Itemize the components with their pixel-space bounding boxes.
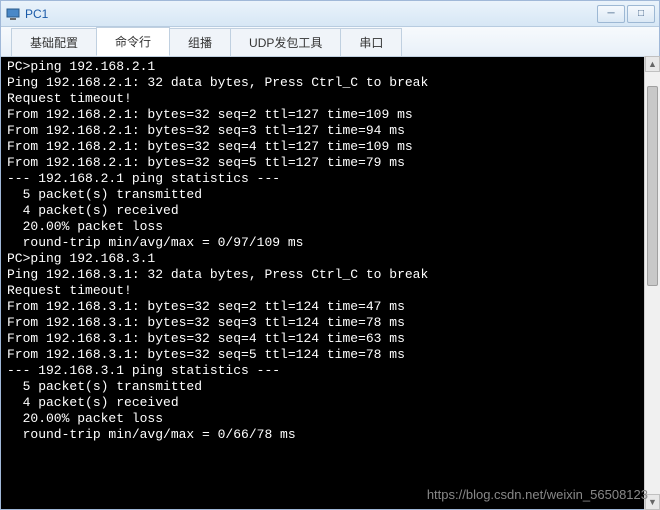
terminal-line: From 192.168.2.1: bytes=32 seq=5 ttl=127… (7, 155, 653, 171)
terminal-line: --- 192.168.2.1 ping statistics --- (7, 171, 653, 187)
terminal-line: From 192.168.3.1: bytes=32 seq=3 ttl=124… (7, 315, 653, 331)
terminal-line: From 192.168.3.1: bytes=32 seq=5 ttl=124… (7, 347, 653, 363)
terminal-line: Request timeout! (7, 283, 653, 299)
maximize-button[interactable]: □ (627, 5, 655, 23)
terminal-line: From 192.168.2.1: bytes=32 seq=4 ttl=127… (7, 139, 653, 155)
terminal-line: From 192.168.2.1: bytes=32 seq=3 ttl=127… (7, 123, 653, 139)
watermark-text: https://blog.csdn.net/weixin_56508123 (427, 487, 648, 502)
terminal-line: round-trip min/avg/max = 0/66/78 ms (7, 427, 653, 443)
scroll-up-button[interactable]: ▲ (645, 56, 660, 72)
minimize-button[interactable]: ─ (597, 5, 625, 23)
scroll-thumb[interactable] (647, 86, 658, 286)
terminal-line: 5 packet(s) transmitted (7, 187, 653, 203)
terminal-line: From 192.168.3.1: bytes=32 seq=4 ttl=124… (7, 331, 653, 347)
tab-basic[interactable]: 基础配置 (11, 28, 97, 56)
terminal-line: 20.00% packet loss (7, 219, 653, 235)
tabs-bar: 基础配置 命令行 组播 UDP发包工具 串口 (1, 27, 659, 57)
terminal-line: PC>ping 192.168.3.1 (7, 251, 653, 267)
terminal-line: From 192.168.2.1: bytes=32 seq=2 ttl=127… (7, 107, 653, 123)
terminal-line: Ping 192.168.2.1: 32 data bytes, Press C… (7, 75, 653, 91)
tab-cmdline[interactable]: 命令行 (96, 27, 170, 56)
window-controls: ─ □ (597, 5, 655, 23)
terminal-line: PC>ping 192.168.2.1 (7, 59, 653, 75)
tab-multicast[interactable]: 组播 (169, 28, 231, 56)
terminal-line: round-trip min/avg/max = 0/97/109 ms (7, 235, 653, 251)
terminal-line: 4 packet(s) received (7, 395, 653, 411)
terminal-line: --- 192.168.3.1 ping statistics --- (7, 363, 653, 379)
tab-serial[interactable]: 串口 (340, 28, 402, 56)
app-icon (5, 6, 21, 22)
terminal-line: From 192.168.3.1: bytes=32 seq=2 ttl=124… (7, 299, 653, 315)
terminal-line: 20.00% packet loss (7, 411, 653, 427)
titlebar[interactable]: PC1 ─ □ (1, 1, 659, 27)
window-frame: PC1 ─ □ 基础配置 命令行 组播 UDP发包工具 串口 PC>ping 1… (0, 0, 660, 510)
terminal-line: 5 packet(s) transmitted (7, 379, 653, 395)
scrollbar[interactable]: ▲ ▼ (644, 56, 660, 510)
terminal-output[interactable]: PC>ping 192.168.2.1Ping 192.168.2.1: 32 … (1, 57, 659, 509)
window-title: PC1 (25, 7, 48, 21)
terminal-line: Ping 192.168.3.1: 32 data bytes, Press C… (7, 267, 653, 283)
terminal-line: 4 packet(s) received (7, 203, 653, 219)
tab-udp[interactable]: UDP发包工具 (230, 28, 341, 56)
terminal-line: Request timeout! (7, 91, 653, 107)
title-left: PC1 (5, 6, 48, 22)
